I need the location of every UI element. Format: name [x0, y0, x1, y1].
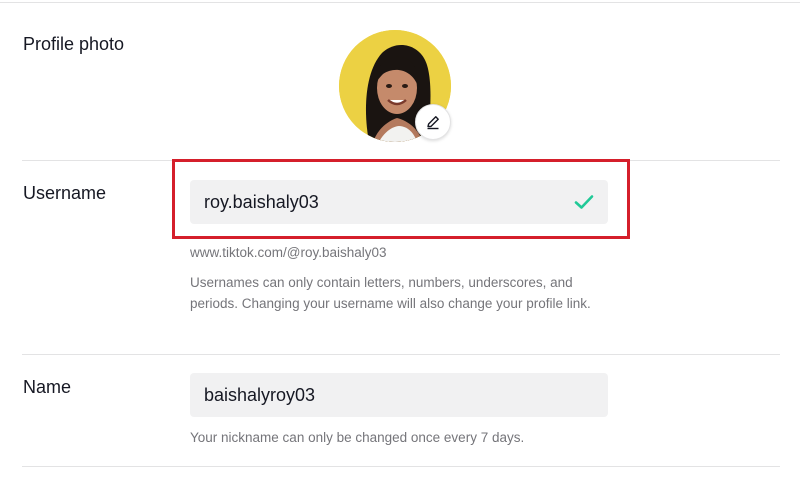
- username-hint: Usernames can only contain letters, numb…: [190, 275, 591, 311]
- name-label: Name: [23, 377, 72, 397]
- profile-photo-label: Profile photo: [23, 34, 125, 54]
- profile-link: www.tiktok.com/@roy.baishaly03: [190, 245, 387, 260]
- username-label: Username: [23, 183, 107, 203]
- profile-photo[interactable]: [339, 30, 451, 142]
- name-value: baishalyroy03: [204, 384, 316, 405]
- divider: [22, 466, 780, 467]
- edit-photo-button[interactable]: [415, 104, 451, 140]
- check-icon: [574, 195, 594, 209]
- top-divider: [0, 2, 800, 3]
- username-value: roy.baishaly03: [204, 191, 319, 212]
- pencil-icon: [427, 116, 439, 130]
- name-hint: Your nickname can only be changed once e…: [190, 430, 525, 445]
- divider: [22, 354, 780, 355]
- name-field[interactable]: baishalyroy03: [190, 373, 608, 417]
- username-field[interactable]: roy.baishaly03: [190, 180, 608, 224]
